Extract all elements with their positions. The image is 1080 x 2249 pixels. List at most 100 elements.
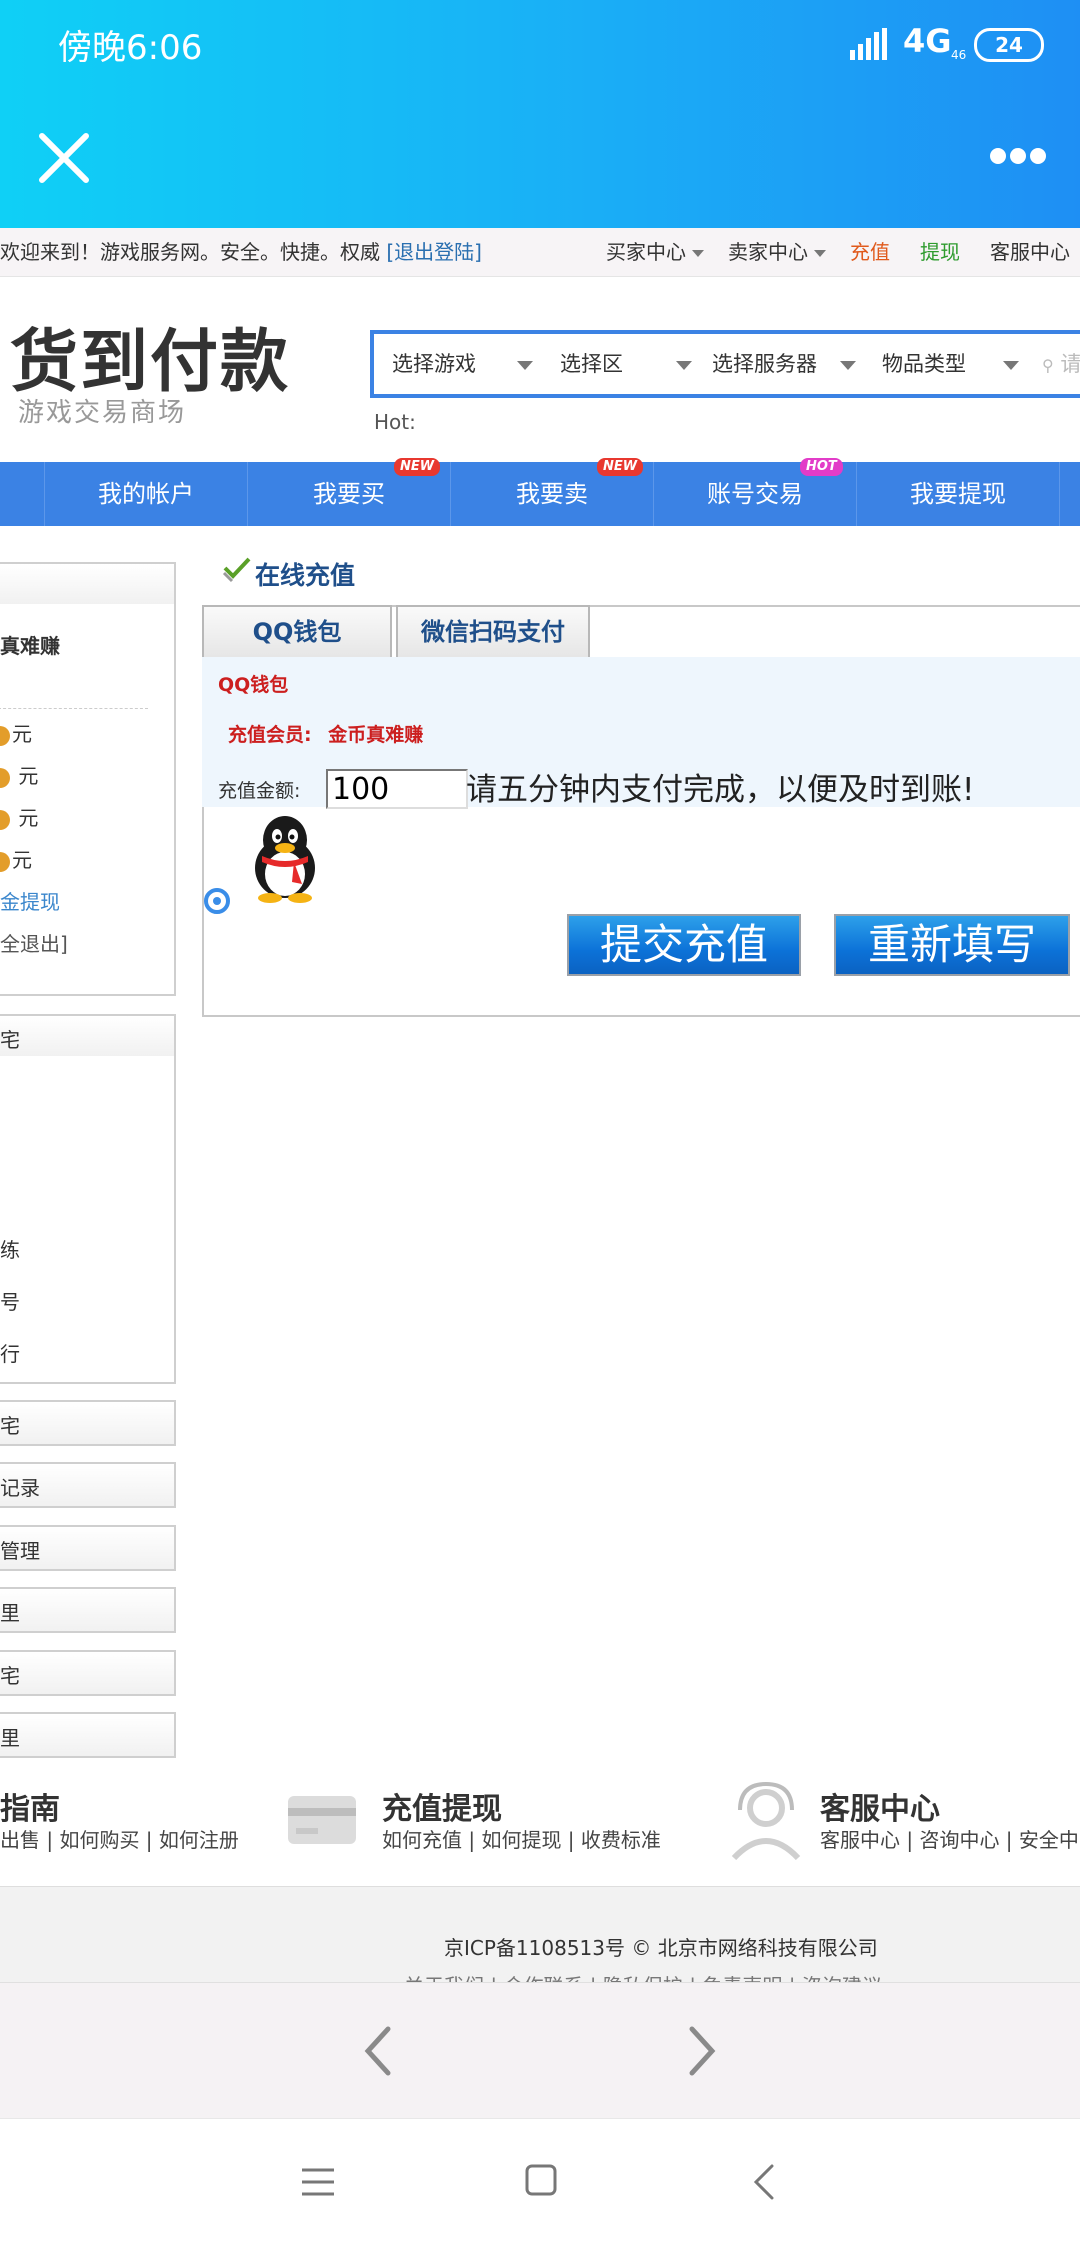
nav-account-trade[interactable]: 账号交易 HOT <box>653 458 856 526</box>
seller-center-label: 卖家中心 <box>728 240 808 264</box>
new-badge: NEW <box>597 458 644 476</box>
sidebar-section[interactable]: 里 <box>0 1587 176 1633</box>
browser-bottom-bar <box>0 1982 1080 2119</box>
member-row: 充值会员: 金币真难赚 <box>228 720 423 747</box>
item-type-label: 物品类型 <box>882 352 966 376</box>
reset-button[interactable]: 重新填写 <box>834 914 1070 976</box>
buyer-center-menu[interactable]: 买家中心 <box>606 228 704 276</box>
select-game-dropdown[interactable]: 选择游戏 <box>392 334 533 394</box>
new-badge: NEW <box>394 458 441 476</box>
logout-link[interactable]: [退出登陆] <box>386 240 482 264</box>
nav-withdraw[interactable]: 我要提现 <box>856 462 1060 526</box>
sidebar-section[interactable]: 里 <box>0 1712 176 1758</box>
footer-service-title: 客服中心 <box>820 1792 940 1827</box>
balance-unit: 元 <box>12 806 39 830</box>
balance-row: 元 <box>0 802 38 831</box>
sidebar-menu-item[interactable]: 练 <box>0 1234 20 1263</box>
site-slogan: 游戏交易商场 <box>18 398 187 428</box>
nav-sell[interactable]: 我要卖 NEW <box>450 458 653 526</box>
hot-label: Hot: <box>374 410 416 434</box>
menu-icon[interactable] <box>300 2167 336 2197</box>
sidebar-section[interactable]: 宅 <box>0 1400 176 1446</box>
coin-icon <box>0 809 10 830</box>
network-sub: 46 <box>951 48 967 62</box>
balance-unit: 元 <box>12 722 32 746</box>
qq-penguin-icon <box>255 816 315 903</box>
tab-qq-wallet[interactable]: QQ钱包 <box>202 605 392 657</box>
coin-icon <box>0 725 10 746</box>
amount-hint: 请五分钟内支付完成，以便及时到账! <box>466 772 975 808</box>
network-type: 4G <box>903 22 952 60</box>
footer-recharge-links[interactable]: 如何充值 | 如何提现 | 收费标准 <box>382 1824 661 1853</box>
dropdown-arrow-icon <box>839 360 856 370</box>
back-arrow-icon[interactable] <box>362 2025 394 2077</box>
main-nav: 我的帐户 我要买 NEW 我要卖 NEW 账号交易 HOT 我要提现 <box>0 458 1080 526</box>
sidebar-box-header <box>0 1016 174 1056</box>
select-server-dropdown[interactable]: 选择服务器 <box>712 334 856 394</box>
customer-service-icon <box>731 1781 801 1860</box>
page-title: 在线充值 <box>255 561 356 590</box>
amount-input[interactable] <box>326 769 468 809</box>
nav-label: 我要买 <box>313 480 385 508</box>
balance-row: 元 <box>0 718 32 747</box>
footer-guide-links[interactable]: 出售 | 如何购买 | 如何注册 <box>0 1824 239 1853</box>
recharge-link[interactable]: 充值 <box>850 228 890 276</box>
system-nav-bar <box>0 2118 1080 2249</box>
more-dots-icon[interactable] <box>990 148 1054 168</box>
sidebar-box-header <box>0 564 174 604</box>
service-center-link[interactable]: 客服中心 <box>990 228 1070 276</box>
search-bar: 选择游戏 选择区 选择服务器 物品类型 ⚲ 请 <box>370 330 1080 398</box>
amount-label: 充值金额: <box>218 780 301 802</box>
seller-center-menu[interactable]: 卖家中心 <box>728 228 826 276</box>
site-logo[interactable]: 货到付款 <box>10 306 290 405</box>
nav-my-account[interactable]: 我的帐户 <box>44 462 247 526</box>
dropdown-arrow-icon <box>675 360 692 370</box>
footer-service-links[interactable]: 客服中心 | 咨询中心 | 安全中 <box>820 1824 1079 1853</box>
sidebar-menu-item[interactable]: 行 <box>0 1338 20 1367</box>
select-game-label: 选择游戏 <box>392 352 476 376</box>
search-icon: ⚲ <box>1042 356 1054 375</box>
forward-arrow-icon[interactable] <box>686 2025 718 2077</box>
sidebar-user-box: 真难赚 元 元 元 元 金提现 全退出] <box>0 562 176 996</box>
sidebar-user-name: 真难赚 <box>0 634 60 658</box>
sidebar-section[interactable]: 宅 <box>0 1650 176 1696</box>
submit-recharge-button[interactable]: 提交充值 <box>567 914 801 976</box>
buyer-center-label: 买家中心 <box>606 240 686 264</box>
sidebar-withdraw-link[interactable]: 金提现 <box>0 886 60 915</box>
caret-down-icon <box>692 250 704 257</box>
sidebar-section[interactable]: 管理 <box>0 1525 176 1571</box>
balance-row: 元 <box>0 844 32 873</box>
hot-badge: HOT <box>800 458 843 476</box>
qq-wallet-label: QQ钱包 <box>218 674 289 696</box>
qq-pay-radio[interactable] <box>204 888 230 914</box>
system-back-icon[interactable] <box>752 2163 776 2201</box>
nav-label: 我要提现 <box>910 480 1006 508</box>
search-input[interactable]: ⚲ 请 <box>1042 334 1080 394</box>
sidebar-logout-link[interactable]: 全退出] <box>0 928 68 957</box>
sidebar-section[interactable]: 记录 <box>0 1462 176 1508</box>
select-area-dropdown[interactable]: 选择区 <box>560 334 692 394</box>
sidebar-menu-item[interactable]: 号 <box>0 1286 20 1315</box>
divider <box>0 708 148 709</box>
withdraw-link[interactable]: 提现 <box>920 228 960 276</box>
balance-unit: 元 <box>12 764 39 788</box>
tab-wechat-pay[interactable]: 微信扫码支付 <box>396 605 590 657</box>
home-icon[interactable] <box>524 2163 558 2197</box>
item-type-dropdown[interactable]: 物品类型 <box>882 334 1019 394</box>
balance-unit: 元 <box>12 848 32 872</box>
coin-icon <box>0 851 10 872</box>
nav-buy[interactable]: 我要买 NEW <box>247 458 450 526</box>
caret-down-icon <box>814 250 826 257</box>
member-label: 充值会员: <box>228 724 312 746</box>
welcome-message: 欢迎来到！游戏服务网。安全。快捷。权威 <box>0 240 380 264</box>
nav-label: 我的帐户 <box>98 480 194 508</box>
status-time: 傍晚6:06 <box>58 28 203 68</box>
coin-icon <box>0 767 10 788</box>
checkmark-icon <box>222 557 251 583</box>
footer-recharge-title: 充值提现 <box>382 1792 502 1827</box>
sidebar-section-label: 里 <box>0 1601 20 1625</box>
sidebar-menu-box: 宅 练 号 行 <box>0 1014 176 1384</box>
welcome-text: 欢迎来到！游戏服务网。安全。快捷。权威 [退出登陆] <box>0 228 482 276</box>
close-icon[interactable] <box>36 130 92 186</box>
select-area-label: 选择区 <box>560 352 623 376</box>
